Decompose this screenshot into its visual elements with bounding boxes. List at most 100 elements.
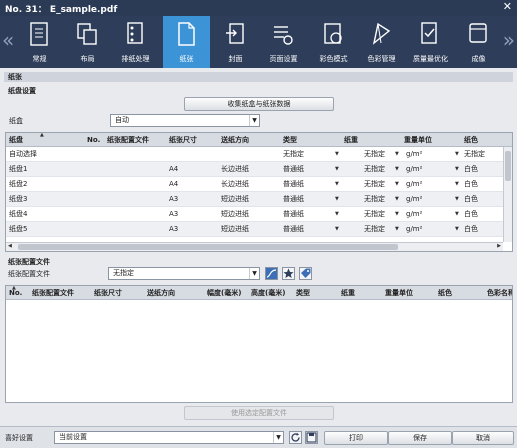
column-header[interactable]: 送纸方向 (147, 286, 175, 300)
scroll-left-icon[interactable]: ◀ (8, 239, 12, 251)
table-row[interactable]: 纸盘1 A4 长边进纸 普通纸 ▼ 无指定 ▼ g/m² ▼ 白色 (6, 162, 512, 177)
column-header[interactable]: 纸张尺寸 (169, 133, 197, 147)
table-row[interactable]: 纸盘5 A3 短边进纸 普通纸 ▼ 无指定 ▼ g/m² ▼ 白色 (6, 222, 512, 237)
refresh-button[interactable] (289, 431, 302, 444)
tab-cover[interactable]: 封面 (212, 16, 259, 68)
cell-type[interactable]: 普通纸 (283, 162, 304, 176)
column-header[interactable]: No. (9, 286, 22, 300)
chevron-down-icon[interactable]: ▼ (455, 192, 459, 206)
column-header[interactable]: 纸色 (464, 133, 478, 147)
favorite-button[interactable] (282, 267, 295, 280)
table-row[interactable]: 纸盘2 A4 长边进纸 普通纸 ▼ 无指定 ▼ g/m² ▼ 白色 (6, 177, 512, 192)
cell-type[interactable]: 普通纸 (283, 192, 304, 206)
chevron-down-icon[interactable]: ▼ (455, 147, 459, 161)
scroll-right-icon[interactable]: ▶ (497, 239, 501, 251)
cell-weight[interactable]: 无指定 (364, 207, 385, 221)
chevron-down-icon[interactable]: ▼ (335, 192, 339, 206)
chevron-down-icon[interactable]: ▼ (335, 222, 339, 236)
tab-paper[interactable]: 纸张 (163, 16, 210, 68)
chevron-down-icon[interactable]: ▼ (455, 177, 459, 191)
scroll-left-icon[interactable]: « (2, 28, 14, 52)
tab-imaging[interactable]: 成像 (455, 16, 502, 68)
cell-unit[interactable]: g/m² (406, 207, 422, 221)
column-header[interactable]: 纸重 (344, 133, 358, 147)
chevron-down-icon[interactable]: ▼ (395, 207, 399, 221)
cell-weight[interactable]: 无指定 (364, 177, 385, 191)
cell-weight[interactable]: 无指定 (364, 162, 385, 176)
use-selected-profile-button[interactable]: 使用选定配置文件 (184, 406, 334, 420)
column-header[interactable]: No. (87, 133, 100, 147)
tab-color-management[interactable]: 色彩管理 (358, 16, 405, 68)
scroll-right-icon[interactable]: » (503, 28, 515, 52)
column-header[interactable]: 幅度(毫米) (207, 286, 241, 300)
column-header[interactable]: 纸张配置文件 (32, 286, 74, 300)
table-row[interactable]: 纸盘4 A3 短边进纸 普通纸 ▼ 无指定 ▼ g/m² ▼ 白色 (6, 207, 512, 222)
table-row[interactable]: 自动选择 无指定 ▼ 无指定 ▼ g/m² ▼ 无指定 (6, 147, 512, 162)
chevron-down-icon[interactable]: ▼ (335, 207, 339, 221)
chevron-down-icon[interactable]: ▼ (455, 207, 459, 221)
column-header[interactable]: 重量单位 (385, 286, 413, 300)
tray-select[interactable]: 自动 ▼ (110, 114, 260, 127)
cell-unit[interactable]: g/m² (406, 177, 422, 191)
tag-button[interactable] (299, 267, 312, 280)
column-header[interactable]: 纸色 (438, 286, 452, 300)
collect-tray-data-button[interactable]: 收集纸盒与纸张数据 (184, 97, 334, 111)
chevron-down-icon[interactable]: ▼ (335, 162, 339, 176)
cell-type[interactable]: 普通纸 (283, 207, 304, 221)
chevron-down-icon[interactable]: ▼ (395, 177, 399, 191)
sort-up-icon[interactable]: ▲ (40, 133, 44, 142)
tray-table-hscroll[interactable]: ◀ ▶ (6, 242, 503, 251)
column-header[interactable]: 纸张尺寸 (94, 286, 122, 300)
print-button[interactable]: 打印 (324, 431, 388, 445)
tab-color-mode[interactable]: 彩色模式 (310, 16, 357, 68)
tab-general[interactable]: 常规 (16, 16, 63, 68)
chevron-down-icon[interactable]: ▼ (455, 222, 459, 236)
cell-weight[interactable]: 无指定 (364, 222, 385, 236)
column-header[interactable]: 高度(毫米) (251, 286, 285, 300)
chevron-down-icon[interactable]: ▼ (395, 192, 399, 206)
cell-tray: 纸盘3 (9, 195, 28, 203)
cell-type[interactable]: 普通纸 (283, 177, 304, 191)
cell-unit[interactable]: g/m² (406, 222, 422, 236)
chevron-down-icon[interactable]: ▼ (395, 147, 399, 161)
curve-edit-button[interactable] (265, 267, 278, 280)
cell-unit[interactable]: g/m² (406, 147, 422, 161)
column-header[interactable]: 纸张配置文件 (107, 133, 149, 147)
cell-unit[interactable]: g/m² (406, 162, 422, 176)
column-header[interactable]: 色彩名称 (487, 286, 512, 300)
star-icon (283, 268, 294, 278)
cell-type[interactable]: 普通纸 (283, 222, 304, 236)
tray-table-vscroll[interactable] (503, 147, 512, 242)
column-header[interactable]: 重量单位 (404, 133, 432, 147)
column-header[interactable]: 类型 (296, 286, 310, 300)
chevron-down-icon[interactable]: ▼ (455, 162, 459, 176)
bottom-bar: 喜好设置 当前设置 ▼ 打印 保存 取消 (0, 426, 517, 448)
cancel-button[interactable]: 取消 (452, 431, 514, 445)
close-icon[interactable]: ✕ (503, 0, 512, 13)
paper-profile-select[interactable]: 无指定 ▼ (108, 267, 260, 280)
column-header[interactable]: 类型 (283, 133, 297, 147)
save-preset-button[interactable] (305, 431, 318, 444)
column-header[interactable]: 纸重 (341, 286, 355, 300)
cell-type[interactable]: 无指定 (283, 147, 304, 161)
chevron-down-icon[interactable]: ▼ (335, 177, 339, 191)
chevron-down-icon[interactable]: ▼ (335, 147, 339, 161)
tab-page-setup[interactable]: 页面设置 (260, 16, 307, 68)
cell-weight[interactable]: 无指定 (364, 147, 385, 161)
chevron-down-icon[interactable]: ▼ (395, 222, 399, 236)
cell-weight[interactable]: 无指定 (364, 192, 385, 206)
column-header[interactable]: 纸盘 (9, 133, 23, 147)
save-button[interactable]: 保存 (388, 431, 452, 445)
preset-select[interactable]: 当前设置 ▼ (54, 431, 284, 444)
tab-finishing[interactable]: 排纸处理 (112, 16, 159, 68)
tab-quality[interactable]: 质量最优化 (407, 16, 454, 68)
cell-dir: 长边进纸 (221, 180, 249, 188)
chevron-down-icon[interactable]: ▼ (395, 162, 399, 176)
cell-unit[interactable]: g/m² (406, 192, 422, 206)
column-header[interactable]: 送纸方向 (221, 133, 249, 147)
tab-label: 常规 (32, 55, 47, 63)
scroll-thumb[interactable] (505, 151, 511, 181)
scroll-thumb[interactable] (18, 244, 398, 250)
tab-layout[interactable]: 布局 (64, 16, 111, 68)
table-row[interactable]: 纸盘3 A3 短边进纸 普通纸 ▼ 无指定 ▼ g/m² ▼ 白色 (6, 192, 512, 207)
